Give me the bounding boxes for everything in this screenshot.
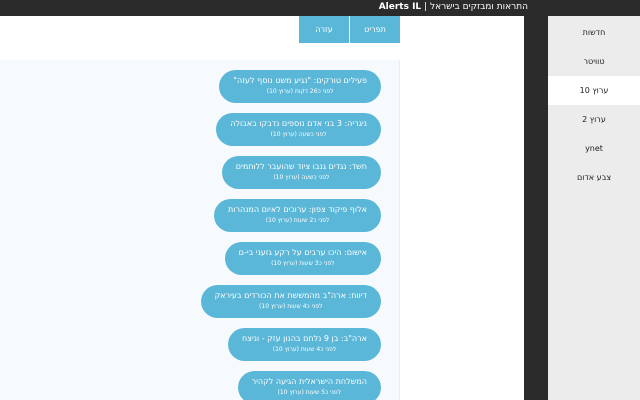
feed-area[interactable]: פעילים טורקים: "נגיע משט נוסף לעזה" לפני…	[0, 60, 400, 400]
feed-item-title: דיווח: ארה"ב מהמששת את הכורדים בעיראק	[214, 291, 367, 300]
feed-item[interactable]: אלוף פיקוד צפון: ערוכים לאיום המנהרות לפ…	[214, 199, 381, 232]
title-separator: |	[424, 2, 428, 12]
feed-item-meta: לפני כ4 שעות (ערוץ 10)	[259, 303, 323, 310]
source-sidebar: חדשות טוויטר ערוץ 10 ערוץ 2 ynet צבע אדו…	[548, 16, 640, 400]
feed-item-title: חשד: נגדים גנבו ציוד שהועבר ללוחמים	[235, 162, 367, 171]
feed-item-meta: לפני כשעה (ערוץ 10)	[270, 131, 327, 138]
sidebar-item-news[interactable]: חדשות	[548, 18, 640, 47]
app-brand: Alerts IL	[378, 2, 422, 12]
feed-item[interactable]: פעילים טורקים: "נגיע משט נוסף לעזה" לפני…	[219, 70, 381, 103]
feed-item-meta: לפני כ4 שעות (ערוץ 10)	[272, 346, 337, 353]
feed-item-meta: לפני כשעה (ערוץ 10)	[273, 174, 330, 181]
sidebar-item-twitter[interactable]: טוויטר	[548, 47, 640, 76]
news-feed: פעילים טורקים: "נגיע משט נוסף לעזה" לפני…	[21, 70, 381, 400]
feed-item[interactable]: ניגריה: 3 בני אדם נוספים נדבקו באבולה לפ…	[216, 113, 381, 146]
feed-item-meta: לפני כ3 שעות (ערוץ 10)	[271, 260, 335, 267]
feed-item-meta: לפני כ2 שעות (ערוץ 10)	[265, 217, 330, 224]
feed-item-title: ארה"ב: בן 9 נלחם בהנון עזק - וניצח	[242, 334, 367, 343]
sidebar-item-channel-2[interactable]: ערוץ 2	[548, 105, 640, 134]
sidebar-item-channel-10[interactable]: ערוץ 10	[548, 76, 640, 105]
sidebar-item-red-alert[interactable]: צבע אדום	[548, 163, 640, 192]
feed-item[interactable]: חשד: נגדים גנבו ציוד שהועבר ללוחמים לפני…	[221, 156, 381, 189]
help-tab[interactable]: עזרה	[298, 16, 349, 43]
feed-item-meta: לפני כ5 שעות (ערוץ 10)	[277, 389, 342, 396]
title-bar: התראות ומבזקים בישראל | Alerts IL	[0, 0, 640, 16]
feed-item[interactable]: ארה"ב: בן 9 נלחם בהנון עזק - וניצח לפני …	[228, 328, 381, 361]
feed-item-title: ניגריה: 3 בני אדם נוספים נדבקו באבולה	[230, 119, 367, 128]
app-subtitle: התראות ומבזקים בישראל	[429, 2, 528, 12]
feed-item-title: המשלחת הישראלית הגיעה לקהיר	[251, 377, 367, 386]
main-panel: תפריט עזרה פעילים טורקים: "נגיע משט נוסף…	[0, 16, 524, 400]
feed-item-title: פעילים טורקים: "נגיע משט נוסף לעזה"	[233, 76, 367, 85]
menu-tab[interactable]: תפריט	[349, 16, 400, 43]
header-tabs: תפריט עזרה	[298, 16, 400, 43]
feed-item[interactable]: המשלחת הישראלית הגיעה לקהיר לפני כ5 שעות…	[237, 371, 381, 400]
window-title: התראות ומבזקים בישראל | Alerts IL	[379, 1, 528, 13]
sidebar-item-ynet[interactable]: ynet	[548, 134, 640, 163]
header: תפריט עזרה	[0, 16, 524, 60]
feed-item[interactable]: דיווח: ארה"ב מהמששת את הכורדים בעיראק לפ…	[200, 285, 381, 318]
feed-item[interactable]: אישום: היכו ערבים על רקע גזעני בי-ם לפני…	[224, 242, 381, 275]
feed-item-meta: לפני כ26 דקות (ערוץ 10)	[266, 88, 334, 95]
feed-item-title: אישום: היכו ערבים על רקע גזעני בי-ם	[238, 248, 367, 257]
feed-item-title: אלוף פיקוד צפון: ערוכים לאיום המנהרות	[228, 205, 367, 214]
